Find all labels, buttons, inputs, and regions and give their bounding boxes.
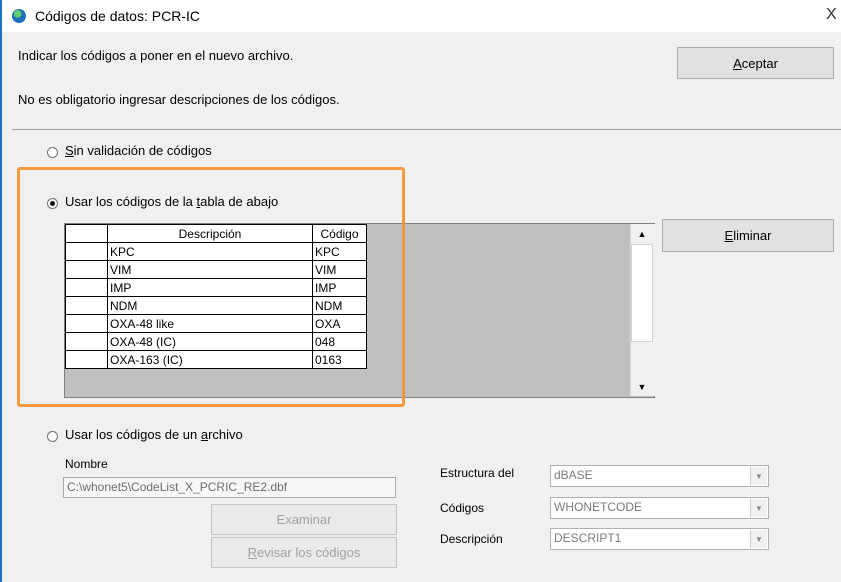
group-divider: [12, 129, 841, 130]
description-label: Descripción: [440, 532, 503, 546]
option-no-validation-label: Sin validación de códigos: [65, 143, 212, 158]
option-no-validation-mnemonic: S: [65, 143, 74, 158]
codes-dropdown-icon[interactable]: ▼: [750, 499, 767, 517]
option-use-file-mnemonic: a: [200, 427, 209, 442]
radio-use-file[interactable]: [47, 431, 58, 442]
description-value: DESCRIPT1: [554, 531, 622, 545]
close-icon[interactable]: X: [826, 6, 837, 24]
description-select[interactable]: DESCRIPT1 ▼: [550, 528, 769, 550]
option-no-validation-rest: in validación de códigos: [73, 143, 212, 158]
file-name-label: Nombre: [65, 457, 108, 471]
instruction-line-2: No es obligatorio ingresar descripciones…: [18, 92, 340, 107]
structure-label: Estructura del: [440, 466, 515, 480]
scroll-thumb[interactable]: [631, 244, 653, 342]
delete-label-rest: liminar: [733, 228, 772, 243]
option-use-file-prefix: Usar los códigos de un: [65, 427, 201, 442]
structure-value: dBASE: [554, 468, 593, 482]
accept-label-rest: ceptar: [741, 55, 778, 71]
file-name-field[interactable]: C:\whonet5\CodeList_X_PCRIC_RE2.dbf: [63, 477, 396, 498]
structure-select[interactable]: dBASE ▼: [550, 465, 769, 487]
option-use-file-rest: rchivo: [208, 427, 243, 442]
review-codes-button[interactable]: Revisar los códigos: [211, 537, 397, 568]
highlight-box: [17, 167, 405, 407]
scroll-up-arrow-icon[interactable]: ▲: [631, 225, 653, 242]
codes-value: WHONETCODE: [554, 500, 642, 514]
review-label-rest: evisar los códigos: [257, 545, 361, 560]
accept-label-mnemonic: A: [733, 55, 742, 71]
option-use-file-label: Usar los códigos de un archivo: [65, 427, 243, 442]
radio-no-validation[interactable]: [47, 147, 58, 158]
window-border: [0, 0, 2, 582]
examine-button[interactable]: Examinar: [211, 504, 397, 535]
window-title: Códigos de datos: PCR-IC: [35, 8, 200, 24]
description-dropdown-icon[interactable]: ▼: [750, 530, 767, 548]
app-globe-icon: [12, 9, 26, 23]
structure-dropdown-icon[interactable]: ▼: [750, 467, 767, 485]
codes-select[interactable]: WHONETCODE ▼: [550, 497, 769, 519]
review-label-mnemonic: R: [247, 545, 258, 560]
accept-button[interactable]: Aceptar: [677, 47, 834, 79]
scroll-down-arrow-icon[interactable]: ▼: [631, 378, 653, 395]
delete-button[interactable]: Eliminar: [662, 219, 834, 252]
instruction-line-1: Indicar los códigos a poner en el nuevo …: [18, 48, 294, 63]
delete-label-mnemonic: E: [724, 228, 734, 243]
codes-label: Códigos: [440, 501, 485, 515]
